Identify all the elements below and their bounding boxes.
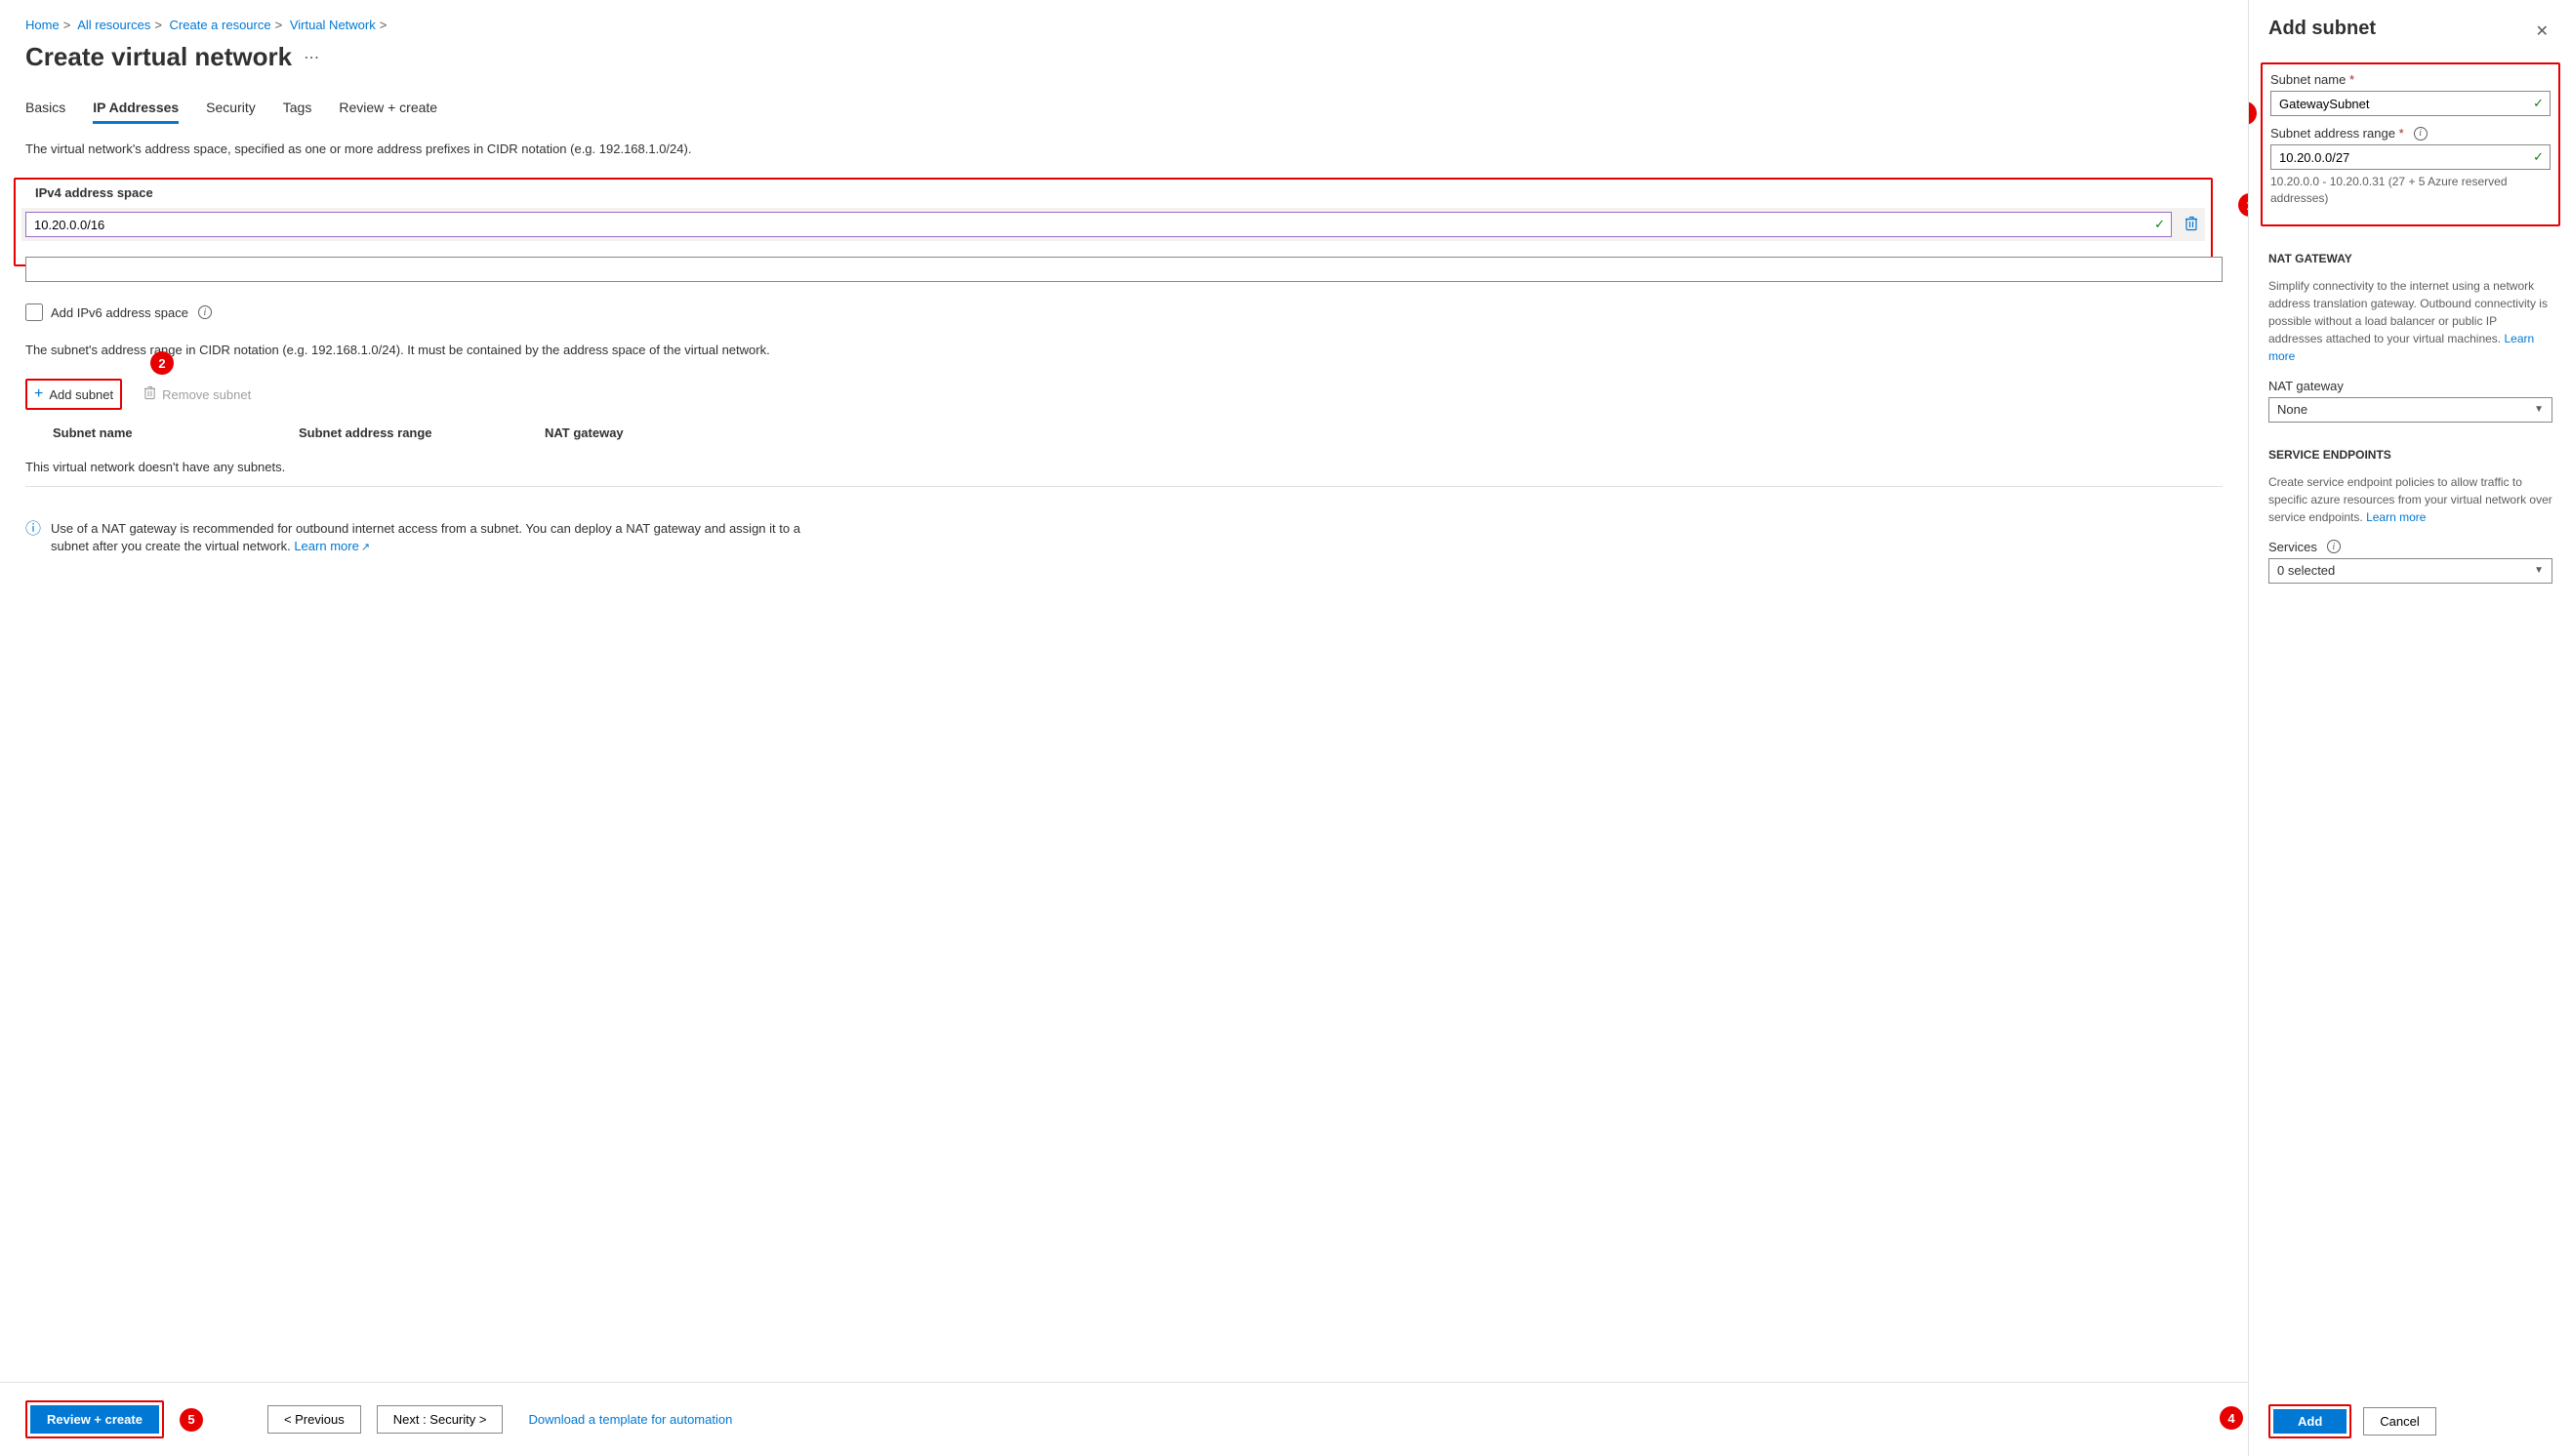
chevron-down-icon: ▼ — [2534, 565, 2544, 576]
callout-5: 5 — [180, 1408, 203, 1432]
remove-subnet-label: Remove subnet — [162, 387, 251, 402]
add-subnet-label: Add subnet — [49, 387, 113, 402]
add-ipv6-label: Add IPv6 address space — [51, 305, 188, 320]
chevron-down-icon: ▼ — [2534, 404, 2544, 415]
delete-icon[interactable] — [2182, 216, 2201, 234]
external-link-icon: ↗ — [361, 542, 370, 553]
close-icon[interactable]: ✕ — [2532, 18, 2552, 45]
service-endpoints-para: Create service endpoint policies to allo… — [2268, 473, 2552, 526]
tabs: Basics IP Addresses Security Tags Review… — [25, 100, 2223, 124]
callout-4: 4 — [2220, 1406, 2243, 1430]
info-icon[interactable]: i — [2327, 540, 2341, 553]
column-subnet-name: Subnet name — [53, 425, 299, 440]
subnet-range-input[interactable] — [2279, 150, 2524, 165]
nat-gateway-select[interactable]: None ▼ — [2268, 397, 2552, 423]
address-space-row: ✓ — [21, 208, 2205, 241]
info-circle-icon: ⓘ — [25, 520, 41, 556]
tab-basics[interactable]: Basics — [25, 100, 65, 124]
nat-info-box: ⓘ Use of a NAT gateway is recommended fo… — [25, 520, 806, 556]
download-template-link[interactable]: Download a template for automation — [528, 1412, 732, 1427]
address-space-input-empty[interactable] — [34, 263, 2214, 277]
checkmark-icon: ✓ — [2533, 96, 2544, 111]
add-subnet-panel: Add subnet ✕ 3 Subnet name * ✓ Subnet ad… — [2248, 0, 2572, 1456]
subnet-description: The subnet's address range in CIDR notat… — [25, 343, 787, 357]
nat-gateway-label: NAT gateway — [2268, 379, 2552, 393]
breadcrumb-home[interactable]: Home — [25, 18, 60, 32]
column-subnet-range: Subnet address range — [299, 425, 545, 440]
next-button[interactable]: Next : Security > — [377, 1405, 504, 1434]
tab-ip-addresses[interactable]: IP Addresses — [93, 100, 179, 124]
services-label: Services i — [2268, 540, 2552, 554]
tab-security[interactable]: Security — [206, 100, 256, 124]
checkmark-icon: ✓ — [2533, 149, 2544, 165]
callout-2: 2 — [150, 351, 174, 375]
callout-3: 3 — [2249, 101, 2257, 125]
add-button[interactable]: Add — [2273, 1409, 2347, 1434]
breadcrumb-all-resources[interactable]: All resources — [77, 18, 150, 32]
nat-gateway-value: None — [2277, 402, 2307, 417]
subnet-range-helper: 10.20.0.0 - 10.20.0.31 (27 + 5 Azure res… — [2270, 174, 2551, 207]
add-subnet-button[interactable]: + Add subnet — [28, 382, 119, 407]
panel-title: Add subnet — [2268, 18, 2376, 40]
plus-icon: + — [34, 385, 43, 403]
footer-bar: Review + create 5 < Previous Next : Secu… — [0, 1382, 2248, 1456]
page-title: Create virtual network — [25, 42, 292, 72]
trash-icon — [143, 385, 156, 403]
info-icon[interactable]: i — [2414, 127, 2428, 141]
subnet-range-label: Subnet address range * i — [2270, 126, 2551, 141]
review-create-button[interactable]: Review + create — [30, 1405, 159, 1434]
info-icon[interactable]: i — [198, 305, 212, 319]
nat-info-text: Use of a NAT gateway is recommended for … — [51, 521, 800, 553]
subnet-name-input[interactable] — [2279, 97, 2524, 111]
subnet-table: Subnet name Subnet address range NAT gat… — [25, 420, 2223, 487]
add-ipv6-checkbox[interactable] — [25, 303, 43, 321]
service-endpoints-section-head: SERVICE ENDPOINTS — [2268, 448, 2552, 462]
services-select[interactable]: 0 selected ▼ — [2268, 558, 2552, 584]
subnet-table-empty: This virtual network doesn't have any su… — [25, 450, 2223, 487]
column-nat-gateway: NAT gateway — [545, 425, 2223, 440]
breadcrumb: Home> All resources> Create a resource> … — [25, 18, 2223, 32]
ipv4-address-space-label: IPv4 address space — [21, 185, 2205, 200]
callout-1: 1 — [2238, 193, 2248, 217]
learn-more-link[interactable]: Learn more — [2366, 510, 2426, 524]
learn-more-link[interactable]: Learn more↗ — [294, 539, 370, 553]
previous-button[interactable]: < Previous — [267, 1405, 361, 1434]
checkmark-icon: ✓ — [2154, 217, 2165, 232]
services-value: 0 selected — [2277, 563, 2335, 578]
nat-gateway-section-head: NAT GATEWAY — [2268, 252, 2552, 265]
breadcrumb-create-resource[interactable]: Create a resource — [170, 18, 271, 32]
nat-gateway-para: Simplify connectivity to the internet us… — [2268, 277, 2552, 365]
tab-review-create[interactable]: Review + create — [339, 100, 437, 124]
ip-addresses-description: The virtual network's address space, spe… — [25, 142, 2223, 156]
breadcrumb-virtual-network[interactable]: Virtual Network — [290, 18, 376, 32]
address-space-input[interactable] — [34, 218, 2145, 232]
address-space-input-wrap: ✓ — [25, 212, 2172, 237]
cancel-button[interactable]: Cancel — [2363, 1407, 2435, 1436]
more-actions-icon[interactable]: ⋯ — [304, 48, 320, 67]
subnet-name-label: Subnet name * — [2270, 72, 2551, 87]
tab-tags[interactable]: Tags — [283, 100, 312, 124]
remove-subnet-button: Remove subnet — [138, 379, 257, 410]
